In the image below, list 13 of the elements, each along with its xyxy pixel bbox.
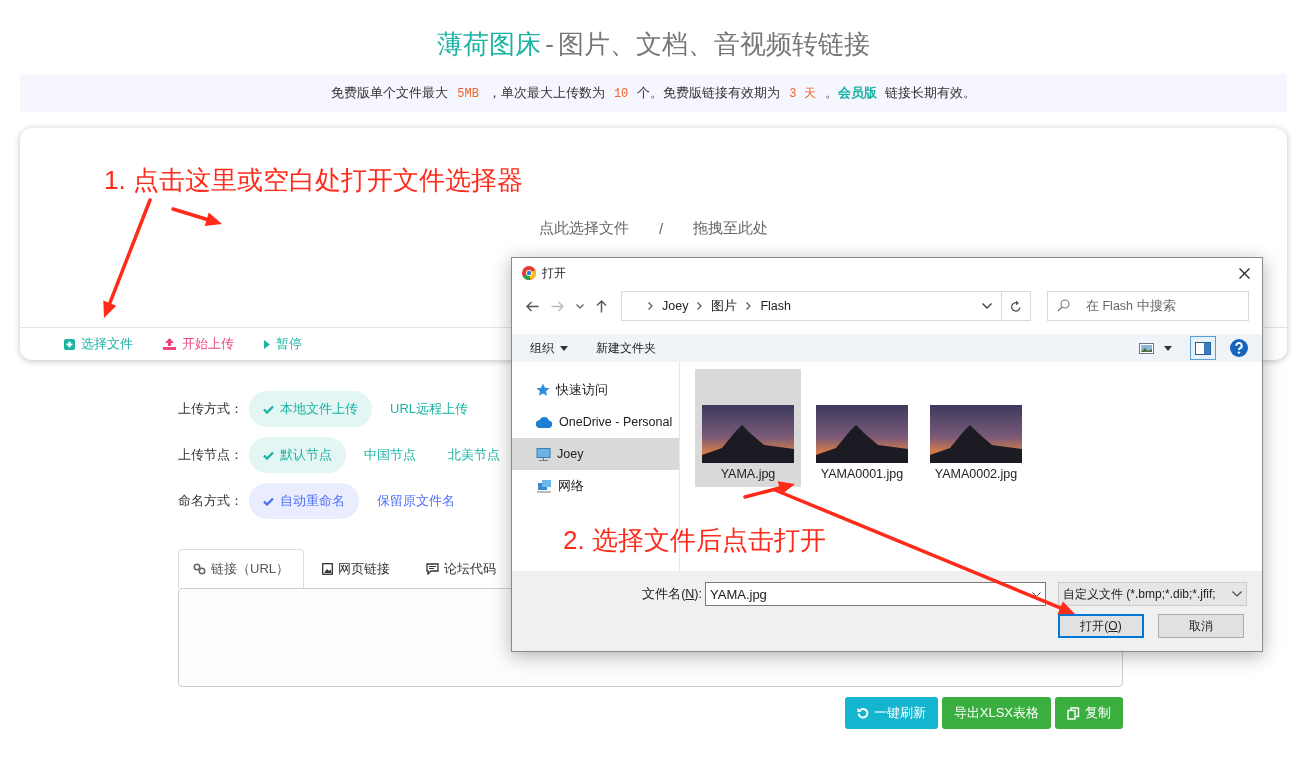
annotation-text: 2. 选择文件后点击打开 xyxy=(563,524,826,557)
filename-label: 文件名(N): xyxy=(641,585,702,603)
annotation-text: 1. 点击这里或空白处打开文件选择器 xyxy=(104,164,523,197)
title-separator: - xyxy=(545,29,554,59)
notice-text: 免费版单个文件最大 5MB ，单次最大上传数为 10 个。免费版链接有效期为 3 天 。会员版 链接长期有效。 xyxy=(331,84,976,102)
option-label: 命名方式： xyxy=(178,492,244,510)
brand-name: 薄荷图床 xyxy=(437,29,542,59)
prompt-divider: / xyxy=(658,220,664,237)
option-label: 上传节点： xyxy=(178,446,244,464)
drop-hint: 拖拽至此处 xyxy=(693,219,769,238)
dialog-title: 打开 xyxy=(542,264,566,282)
option-label: 上传方式： xyxy=(178,400,244,418)
page-subtitle: 图片、文档、音视频转链接 xyxy=(557,29,870,59)
